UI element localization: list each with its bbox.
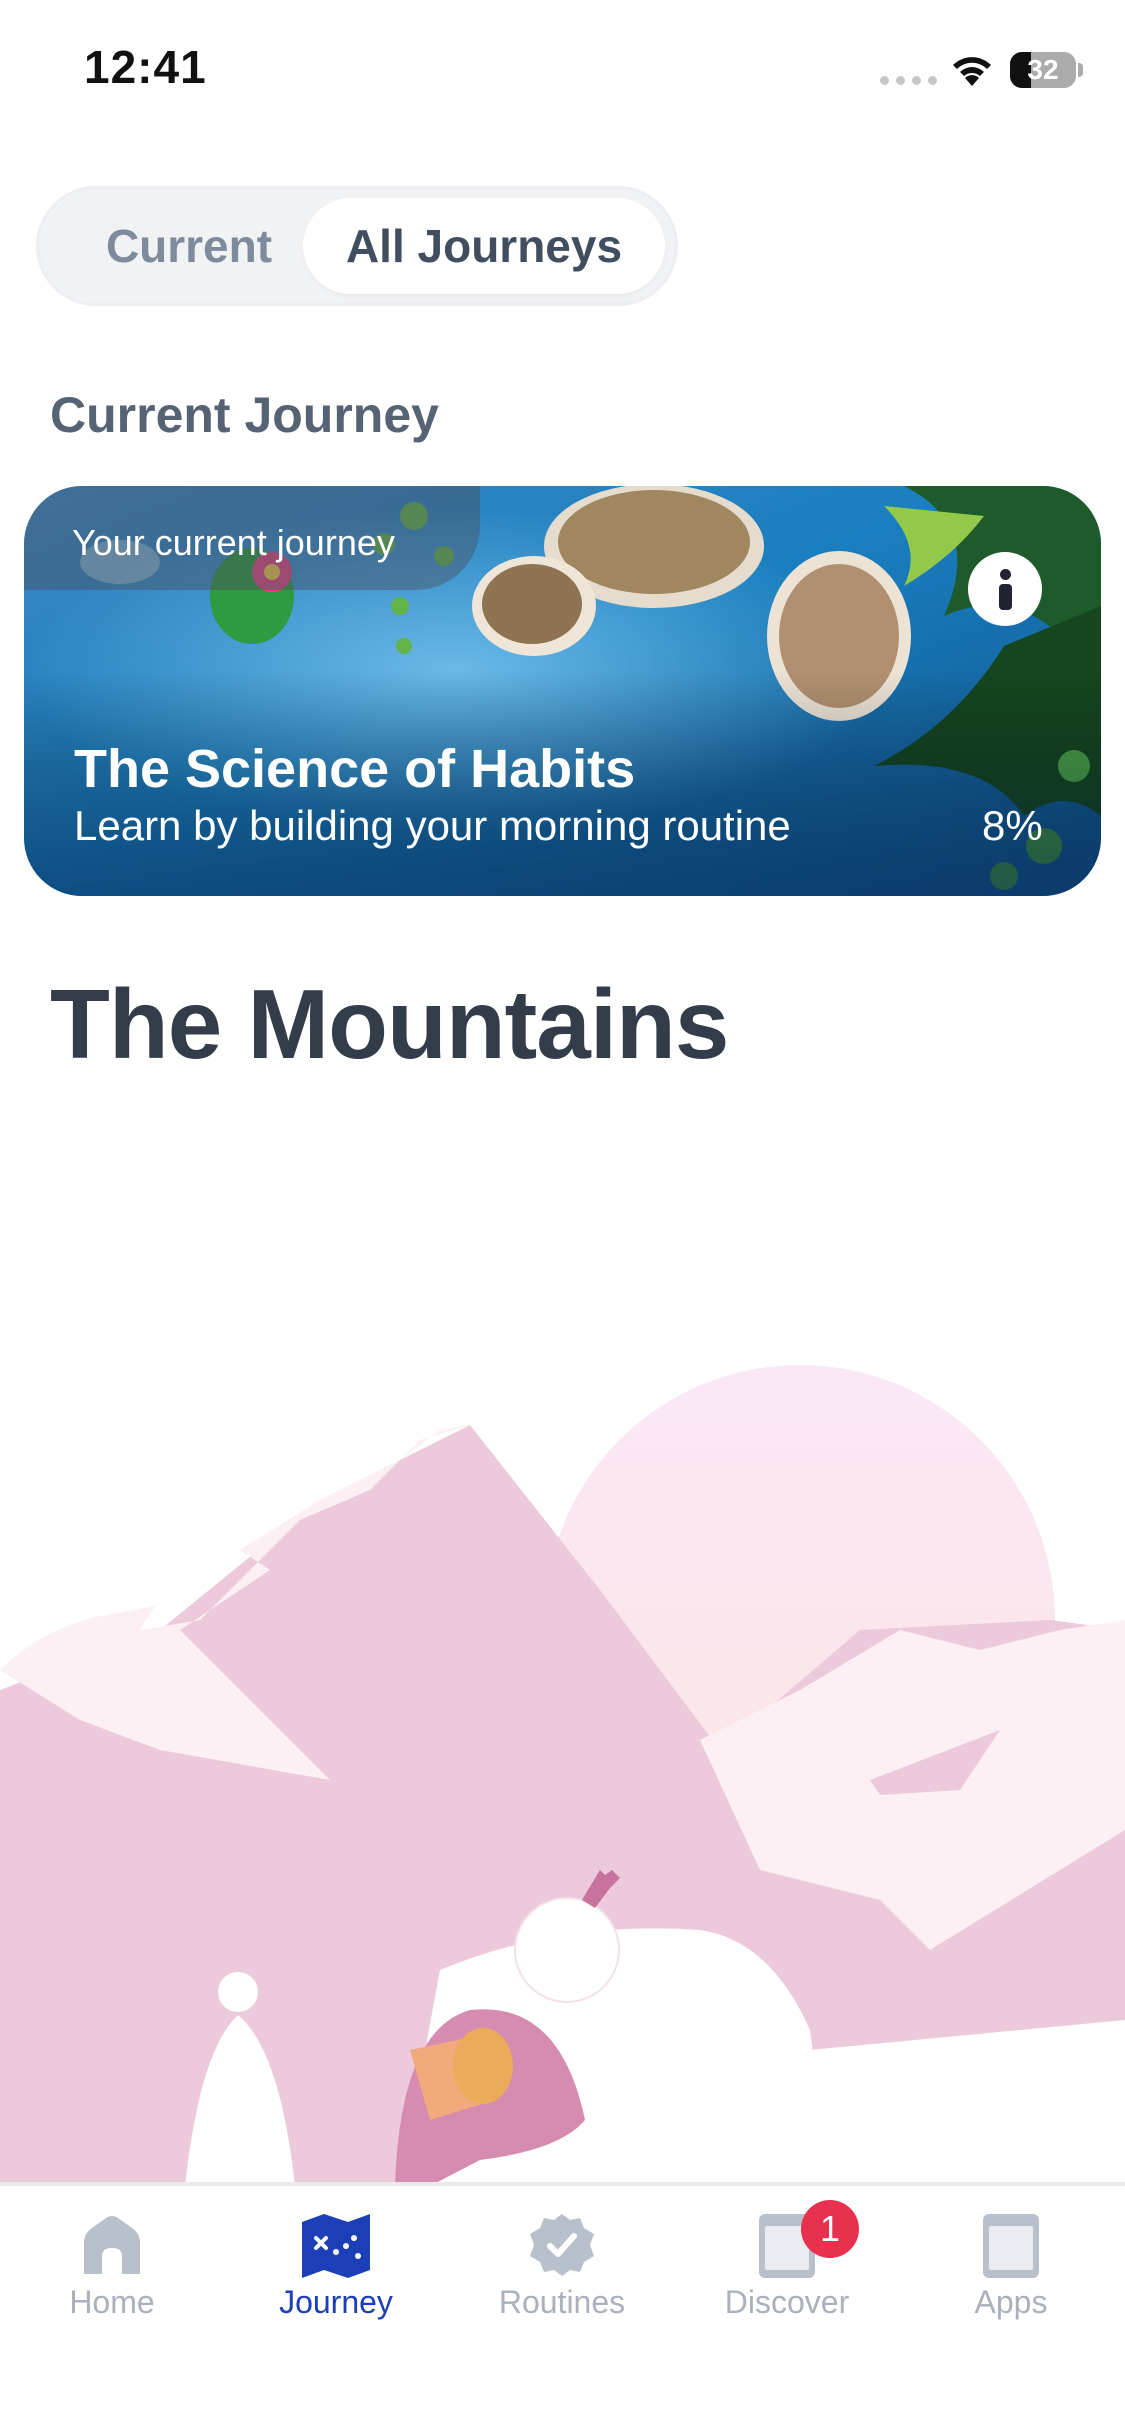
tab-discover[interactable]: 1 Discover bbox=[697, 2200, 877, 2332]
tab-home[interactable]: Home bbox=[22, 2212, 202, 2332]
page-title: The Mountains bbox=[50, 969, 729, 1079]
current-journey-badge: Your current journey bbox=[24, 486, 480, 590]
mountains-illustration bbox=[0, 1365, 1125, 2186]
battery-percent: 32 bbox=[1027, 54, 1059, 85]
apps-book-icon bbox=[983, 2214, 1039, 2278]
home-icon bbox=[84, 2216, 140, 2274]
tab-apps[interactable]: Apps bbox=[921, 2212, 1101, 2332]
tab-routines-label: Routines bbox=[498, 2284, 626, 2320]
journey-progress: 8% bbox=[982, 802, 1043, 849]
status-bar: 12:41 32 bbox=[0, 0, 1125, 140]
tab-current[interactable]: Current bbox=[59, 198, 319, 294]
section-title: Current Journey bbox=[50, 387, 439, 443]
tab-all-journeys[interactable]: All Journeys bbox=[303, 198, 665, 294]
journey-segmented-control: Current All Journeys bbox=[36, 186, 678, 306]
journey-map-icon bbox=[302, 2214, 370, 2278]
bottom-tab-bar: Home Journey Routines 1 Discover Apps bbox=[0, 2182, 1125, 2436]
info-icon[interactable] bbox=[968, 552, 1042, 626]
tab-routines[interactable]: Routines bbox=[472, 2212, 652, 2332]
battery-nub bbox=[1078, 63, 1083, 77]
tab-home-label: Home bbox=[69, 2284, 155, 2320]
wifi-icon bbox=[953, 57, 991, 86]
tab-journey-label: Journey bbox=[279, 2284, 393, 2320]
current-journey-card[interactable]: Your current journey The Science of Habi… bbox=[24, 486, 1101, 896]
routines-check-badge-icon bbox=[530, 2214, 594, 2276]
discover-notification-badge: 1 bbox=[801, 2200, 859, 2258]
tab-apps-label: Apps bbox=[974, 2284, 1048, 2320]
tab-journey[interactable]: Journey bbox=[246, 2212, 426, 2332]
battery-icon: 32 bbox=[1010, 52, 1076, 88]
tab-discover-label: Discover bbox=[724, 2284, 850, 2320]
current-journey-badge-text: Your current journey bbox=[72, 522, 395, 563]
journey-title: The Science of Habits bbox=[74, 739, 636, 799]
signal-dots-icon bbox=[880, 76, 937, 85]
journey-subtitle: Learn by building your morning routine bbox=[74, 802, 791, 849]
status-time: 12:41 bbox=[84, 41, 207, 93]
